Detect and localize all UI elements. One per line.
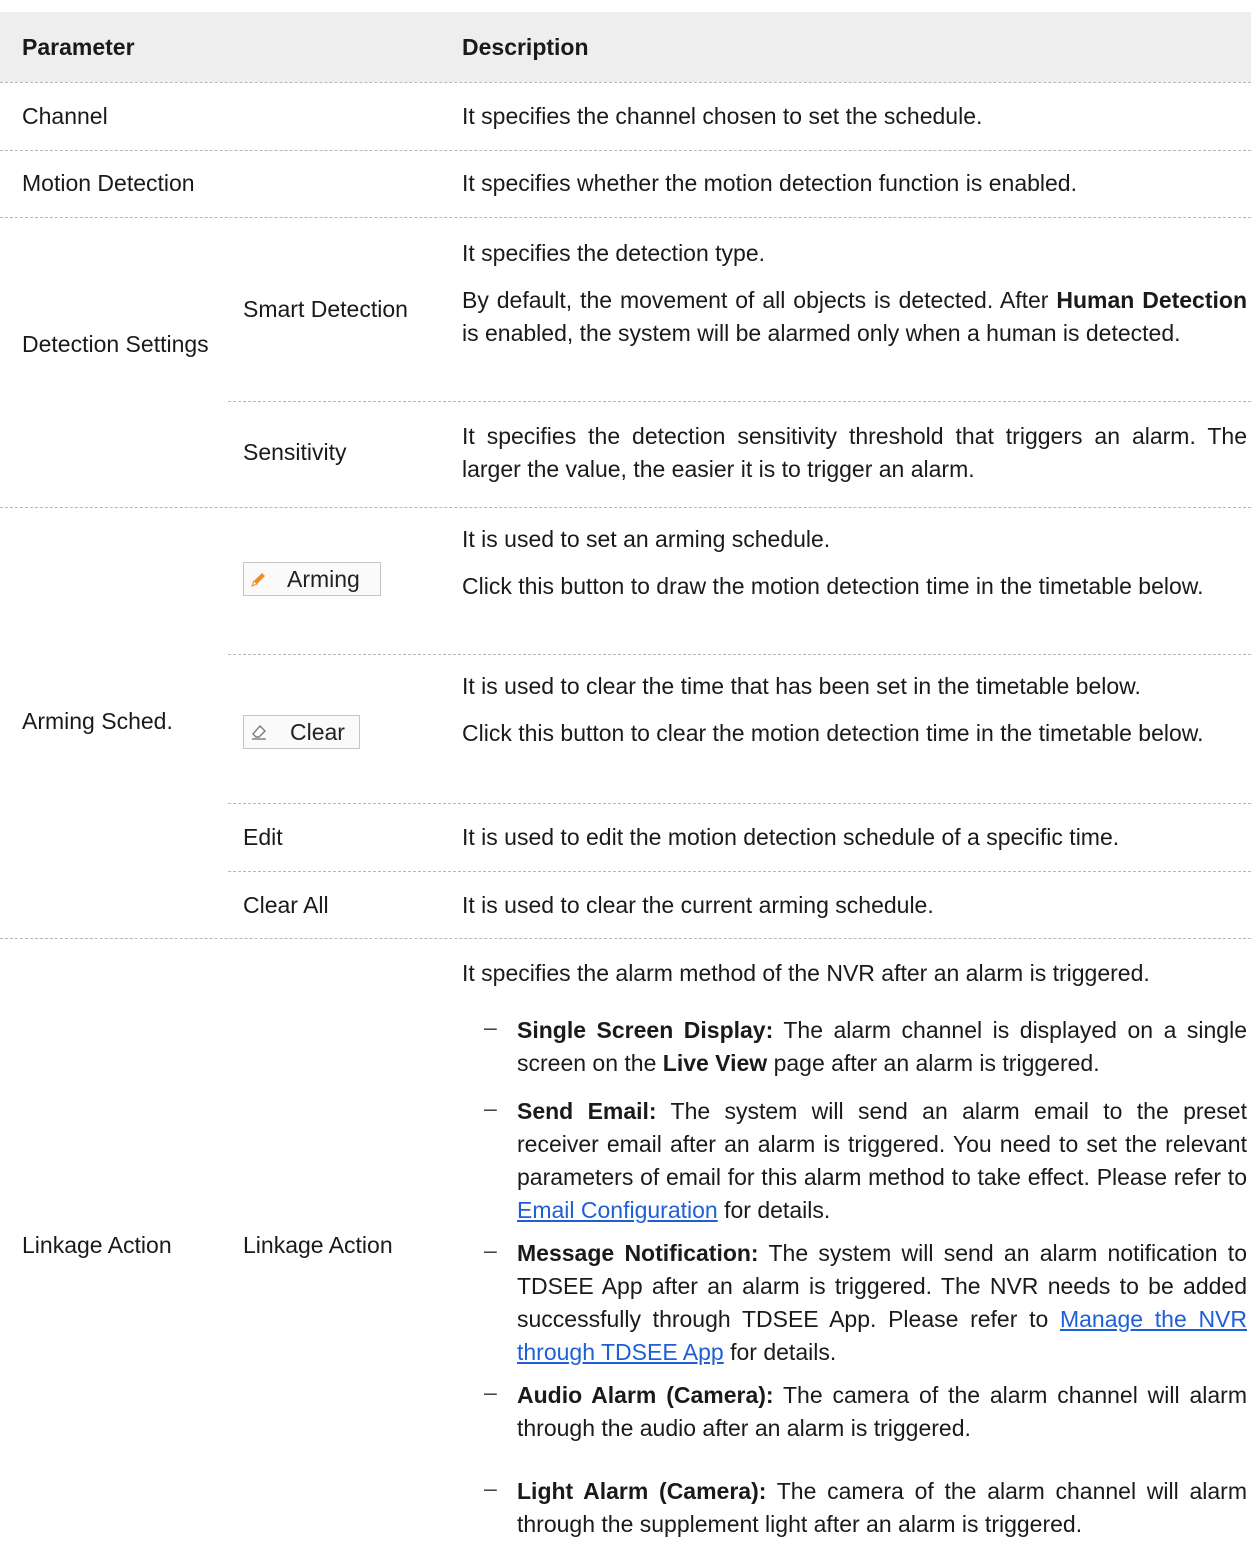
arming-button-label: Arming — [287, 565, 360, 592]
param-linkage-action-group: Linkage Action — [22, 1232, 172, 1258]
param-clear-all: Clear All — [243, 892, 329, 918]
desc-arming-2: Click this button to draw the motion det… — [462, 573, 1204, 599]
row-divider — [0, 938, 1251, 939]
eraser-icon — [250, 723, 268, 741]
desc-channel: It specifies the channel chosen to set t… — [462, 103, 983, 129]
arming-button[interactable]: Arming — [243, 562, 381, 596]
desc-edit: It is used to edit the motion detection … — [462, 824, 1120, 850]
sub-row-divider — [228, 871, 1251, 872]
desc-sensitivity: It specifies the detection sensitivity t… — [462, 423, 1247, 482]
row-divider — [0, 507, 1251, 508]
desc-linkage-intro: It specifies the alarm method of the NVR… — [462, 960, 1150, 986]
desc-smart-detection-2: By default, the movement of all objects … — [462, 287, 1247, 346]
param-edit: Edit — [243, 824, 283, 850]
param-detection-settings: Detection Settings — [22, 331, 209, 357]
clear-button-label: Clear — [290, 718, 345, 745]
bullet-light-alarm: – Light Alarm (Camera): The camera of th… — [484, 1475, 1247, 1537]
desc-clear-2: Click this button to clear the motion de… — [462, 720, 1204, 746]
row-divider — [0, 217, 1251, 218]
desc-clear-all: It is used to clear the current arming s… — [462, 892, 934, 918]
bullet-single-screen: – Single Screen Display: The alarm chann… — [484, 1014, 1247, 1076]
desc-smart-detection-1: It specifies the detection type. — [462, 240, 766, 266]
email-configuration-link[interactable]: Email Configuration — [517, 1197, 718, 1223]
row-divider — [0, 150, 1251, 151]
param-smart-detection: Smart Detection — [243, 296, 408, 322]
pencil-icon — [250, 571, 267, 588]
bullet-audio-alarm: – Audio Alarm (Camera): The camera of th… — [484, 1379, 1247, 1441]
param-sensitivity: Sensitivity — [243, 439, 347, 465]
bullet-mark: – — [484, 1237, 497, 1263]
sub-row-divider — [228, 654, 1251, 655]
clear-button[interactable]: Clear — [243, 715, 360, 749]
header-parameter: Parameter — [22, 34, 135, 60]
bullet-message-notification: – Message Notification: The system will … — [484, 1237, 1248, 1365]
header-description: Description — [462, 34, 589, 60]
param-channel: Channel — [22, 103, 108, 129]
bullet-mark: – — [484, 1475, 497, 1501]
bullet-mark: – — [484, 1095, 497, 1121]
bullet-mark: – — [484, 1379, 497, 1405]
table-header — [0, 12, 1251, 82]
parameter-table: Parameter Description Channel It specifi… — [0, 0, 1251, 1562]
sub-row-divider — [228, 401, 1251, 402]
bullet-mark: – — [484, 1014, 497, 1040]
header-divider — [0, 82, 1251, 83]
bullet-send-email: – Send Email: The system will send an al… — [484, 1095, 1247, 1223]
param-linkage-action: Linkage Action — [243, 1232, 393, 1258]
desc-arming-1: It is used to set an arming schedule. — [462, 526, 831, 552]
sub-row-divider — [228, 803, 1251, 804]
param-motion-detection: Motion Detection — [22, 170, 195, 196]
param-arming-sched: Arming Sched. — [22, 708, 173, 734]
desc-clear-1: It is used to clear the time that has be… — [462, 673, 1141, 699]
desc-motion-detection: It specifies whether the motion detectio… — [462, 170, 1077, 196]
